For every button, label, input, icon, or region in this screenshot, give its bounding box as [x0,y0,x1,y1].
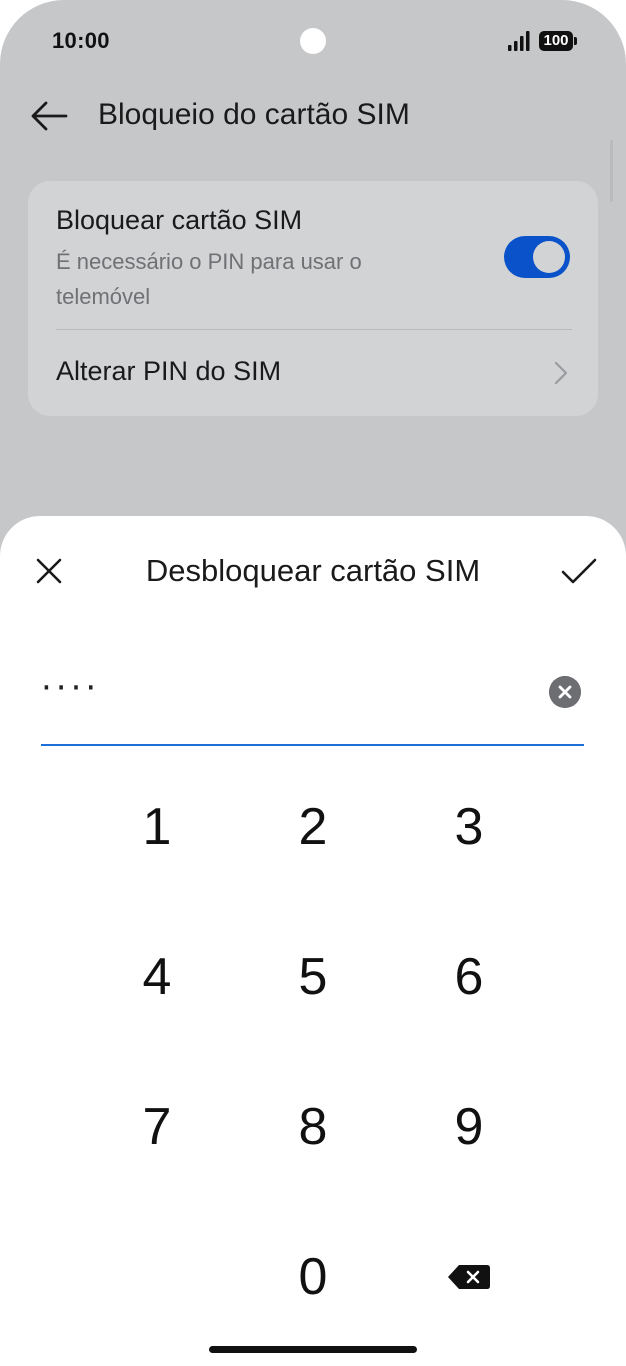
lock-sim-subtitle: É necessário o PIN para usar o telemóvel [56,249,362,309]
key-4[interactable]: 4 [79,902,235,1052]
lock-sim-toggle[interactable] [504,236,570,278]
scrollbar[interactable] [610,140,613,202]
battery-icon: 100 [539,31,573,51]
lock-sim-row[interactable]: Bloquear cartão SIM É necessário o PIN p… [28,181,598,329]
key-8[interactable]: 8 [235,1052,391,1202]
status-bar: 10:00 100 [0,0,626,82]
pin-underline [41,744,584,746]
pin-input[interactable]: ···· [41,656,584,746]
key-9[interactable]: 9 [391,1052,547,1202]
key-2[interactable]: 2 [235,752,391,902]
chevron-right-icon [554,361,568,385]
app-header: Bloqueio do cartão SIM [0,82,626,152]
arrow-left-icon[interactable] [28,96,70,136]
phone-screen: 10:00 100 Bloqueio do cartão SIM Bloquea… [0,0,626,1366]
key-1[interactable]: 1 [79,752,235,902]
key-3[interactable]: 3 [391,752,547,902]
camera-hole [300,28,326,54]
backspace-key[interactable] [391,1202,547,1352]
key-0[interactable]: 0 [235,1202,391,1352]
page-title: Bloqueio do cartão SIM [98,98,410,131]
key-6[interactable]: 6 [391,902,547,1052]
numeric-keypad: 1 2 3 4 5 6 7 8 9 0 [0,752,626,1352]
toggle-knob [533,241,565,273]
pin-value: ···· [41,668,101,708]
change-pin-label: Alterar PIN do SIM [56,356,282,386]
lock-sim-title: Bloquear cartão SIM [56,205,303,235]
home-indicator[interactable] [209,1346,417,1353]
check-icon[interactable] [558,552,600,590]
clear-circle-icon[interactable] [549,676,581,708]
unlock-sim-dialog: Desbloquear cartão SIM ···· 1 2 3 4 5 6 … [0,516,626,1366]
signal-icon [508,31,530,51]
status-time: 10:00 [52,28,110,53]
change-pin-row[interactable]: Alterar PIN do SIM [28,330,598,416]
dialog-title: Desbloquear cartão SIM [145,553,481,588]
key-5[interactable]: 5 [235,902,391,1052]
backspace-icon [448,1265,490,1289]
battery-tip [574,37,577,45]
key-7[interactable]: 7 [79,1052,235,1202]
settings-card: Bloquear cartão SIM É necessário o PIN p… [28,181,598,416]
